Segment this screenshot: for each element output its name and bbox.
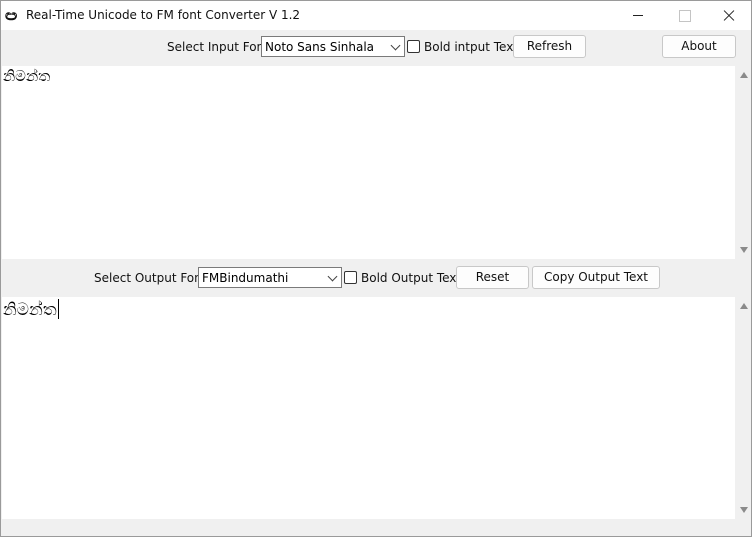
- bottom-strip: [1, 520, 751, 536]
- scroll-up-icon[interactable]: [740, 303, 748, 309]
- scroll-up-icon[interactable]: [740, 72, 748, 78]
- chevron-down-icon: [327, 271, 338, 282]
- text-caret: [57, 299, 59, 319]
- bold-input-label: Bold intput Text: [424, 40, 518, 54]
- chevron-down-icon: [390, 40, 401, 51]
- output-text-line: නිමන්ත: [3, 299, 59, 320]
- scroll-down-icon[interactable]: [740, 247, 748, 253]
- app-icon: ඏ: [5, 6, 18, 24]
- title-bar[interactable]: ඏ Real-Time Unicode to FM font Converter…: [1, 1, 751, 30]
- close-button[interactable]: [705, 1, 751, 30]
- output-text-area[interactable]: නිමන්ත: [2, 297, 735, 519]
- maximize-button[interactable]: [661, 1, 707, 30]
- app-window: ඏ Real-Time Unicode to FM font Converter…: [0, 0, 752, 537]
- input-font-label: Select Input Font: [167, 40, 269, 54]
- scroll-down-icon[interactable]: [740, 507, 748, 513]
- input-toolbar: Select Input Font Noto Sans Sinhala Bold…: [1, 32, 751, 62]
- about-button[interactable]: About: [662, 35, 736, 58]
- bold-input-checkbox[interactable]: [407, 40, 420, 53]
- bold-output-checkbox[interactable]: [344, 271, 357, 284]
- output-font-select[interactable]: FMBindumathi: [198, 267, 342, 288]
- input-font-select[interactable]: Noto Sans Sinhala: [261, 36, 405, 57]
- bold-output-label: Bold Output Text: [361, 271, 462, 285]
- output-font-value: FMBindumathi: [202, 271, 289, 285]
- input-text-area[interactable]: නිමන්ත: [2, 66, 735, 259]
- output-scrollbar[interactable]: [736, 297, 751, 519]
- refresh-button[interactable]: Refresh: [513, 35, 586, 58]
- input-scrollbar[interactable]: [736, 66, 751, 259]
- output-font-label: Select Output Font: [94, 271, 207, 285]
- input-font-value: Noto Sans Sinhala: [265, 40, 375, 54]
- output-toolbar: Select Output Font FMBindumathi Bold Out…: [1, 263, 751, 293]
- output-text: නිමන්ත: [3, 300, 57, 320]
- minimize-button[interactable]: [615, 1, 661, 30]
- reset-button[interactable]: Reset: [456, 266, 529, 289]
- copy-output-button[interactable]: Copy Output Text: [532, 266, 660, 289]
- window-title: Real-Time Unicode to FM font Converter V…: [26, 8, 301, 22]
- input-text: නිමන්ත: [3, 67, 51, 85]
